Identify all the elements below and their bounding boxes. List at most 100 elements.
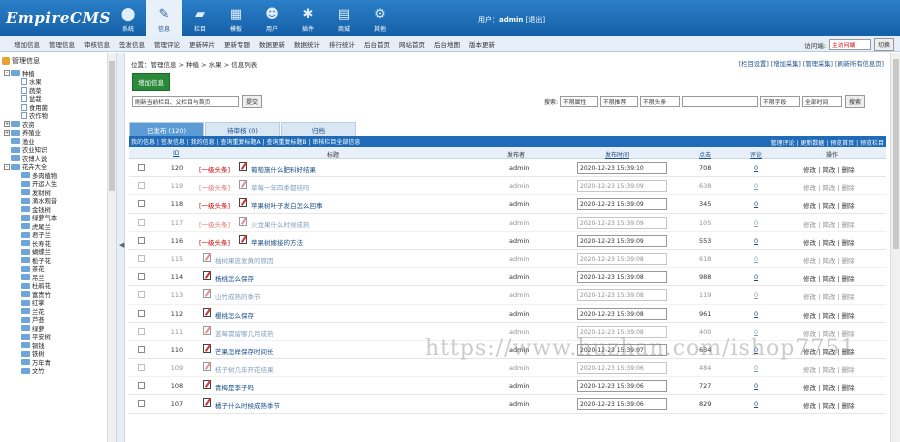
row-comments-link[interactable]: 0 [754,219,758,227]
col-time[interactable]: 发布时间 [605,150,629,159]
row-title-link[interactable]: 樱桃怎么保存 [215,310,254,320]
expand-icon[interactable]: + [4,129,10,136]
row-checkbox[interactable] [138,291,145,299]
row-ops[interactable]: 修改 | 简改 | 删除 [803,291,855,301]
row-time-field[interactable]: 2020-12-23 15:39:06 [577,398,667,411]
row-comments-link[interactable]: 0 [754,200,758,208]
row-comments-link[interactable]: 0 [754,237,758,245]
tree-node[interactable]: 文竹 [0,367,116,375]
row-title-link[interactable]: 火龙果什么时候成熟 [251,219,310,229]
row-ops[interactable]: 修改 | 简改 | 删除 [803,382,855,392]
tree-node[interactable]: 盆栽 [0,95,116,103]
time-select[interactable]: 全部时间 [802,96,843,107]
row-title-link[interactable]: 蓝莓需留哪几月成熟 [215,328,274,338]
row-time-field[interactable]: 2020-12-23 15:39:06 [577,380,667,393]
tree-node[interactable]: 蔬菜 [0,86,116,95]
edit-icon[interactable] [239,216,247,226]
row-title-link[interactable]: 葡萄施什么肥料好结果 [251,164,316,174]
row-time-field[interactable]: 2020-12-23 15:39:09 [577,234,667,247]
tree-node[interactable]: 富贵竹 [0,290,116,299]
tree-node[interactable]: 绿萝 [0,324,116,333]
tree-node[interactable]: 红掌 [0,299,116,307]
tree-node[interactable]: 君子兰 [0,231,116,239]
row-title-link[interactable]: 杨桃怎么保存 [215,273,254,283]
col-comments[interactable]: 评论 [750,150,762,159]
topnav-item[interactable]: ✱ 插件 [290,0,326,36]
menu-item[interactable]: 版本更新 [469,39,495,49]
row-comments-link[interactable]: 0 [754,291,758,299]
tree-node[interactable]: 铜钱 [0,341,116,350]
row-checkbox[interactable] [138,164,145,171]
tree-node[interactable]: 长寿花 [0,239,116,248]
submit-button[interactable]: 提交 [242,95,263,108]
row-checkbox[interactable] [138,327,145,335]
row-comments-link[interactable]: 0 [754,182,758,190]
tree-node[interactable]: + 养殖业 [0,129,116,137]
refresh-select[interactable]: 刷新当前栏目、父栏目与首页 [132,96,239,107]
switch-button[interactable]: 切换 [873,38,894,51]
row-ops[interactable]: 修改 | 简改 | 删除 [803,310,855,320]
row-time-field[interactable]: 2020-12-23 15:39:08 [577,252,667,265]
sidebar-scroll-thumb[interactable] [109,61,115,191]
menu-item[interactable]: 后台首页 [364,39,390,49]
tree-node[interactable]: 杜鹃花 [0,282,116,290]
tree-node[interactable]: 平安树 [0,333,116,341]
menu-item[interactable]: 后台地图 [434,39,460,49]
row-comments-link[interactable]: 0 [754,273,758,281]
edit-icon[interactable] [203,380,211,390]
row-checkbox[interactable] [138,182,145,190]
edit-icon[interactable] [203,289,211,299]
tree-node[interactable]: 芦荟 [0,316,116,324]
menu-item[interactable]: 管理信息 [49,39,75,49]
edit-icon[interactable] [239,198,247,208]
edit-icon[interactable] [203,252,211,262]
search-input[interactable] [682,96,759,107]
search-button[interactable]: 搜索 [845,95,866,108]
row-comments-link[interactable]: 0 [754,328,758,336]
field-select[interactable]: 不限字段 [760,96,801,107]
topnav-item[interactable]: ▤ 商城 [326,0,362,36]
topnav-item[interactable]: ☻ 用户 [254,0,290,36]
row-time-field[interactable]: 2020-12-23 15:39:09 [577,198,667,211]
headline-select[interactable]: 不限头条 [640,96,681,107]
row-time-field[interactable]: 2020-12-23 15:39:08 [577,307,667,320]
action-links-right[interactable]: 管理评论 | 更新数据 | 预览首页 | 预览栏目 [770,138,884,147]
tree-node[interactable]: 虎尾兰 [0,222,116,231]
status-tab[interactable]: 归档 [281,122,356,136]
row-comments-link[interactable]: 0 [754,310,758,318]
tree-node[interactable]: 水果 [0,78,116,86]
row-comments-link[interactable]: 0 [754,255,758,263]
row-time-field[interactable]: 2020-12-23 15:39:10 [577,162,667,174]
edit-icon[interactable] [239,162,247,171]
row-checkbox[interactable] [138,382,145,390]
menu-item[interactable]: 增加信息 [14,39,40,49]
topnav-item[interactable]: ⬤ 系统 [110,0,146,36]
tree-node[interactable]: 食用菌 [0,103,116,112]
row-comments-link[interactable]: 0 [754,400,758,408]
topnav-item[interactable]: ⚙ 其他 [362,0,398,36]
tree-node[interactable]: 农业知识 [0,146,116,154]
main-scroll-thumb[interactable] [893,59,899,249]
tree-node[interactable]: 铁树 [0,350,116,358]
menu-item[interactable]: 数据统计 [294,39,320,49]
tree-node[interactable]: 茶花 [0,265,116,273]
menu-item[interactable]: 审核信息 [84,39,110,49]
sidebar-splitter[interactable]: ◀ [116,53,125,442]
edit-icon[interactable] [203,343,211,353]
topnav-item[interactable]: ✎ 信息 [146,0,182,36]
menu-item[interactable]: 更新专题 [224,39,250,49]
row-title-link[interactable]: 芒果怎样保存时间长 [215,346,274,356]
row-checkbox[interactable] [138,254,145,262]
tree-node[interactable]: 农博人说 [0,154,116,163]
status-tab[interactable]: 已发布 (120) [129,122,204,136]
row-checkbox[interactable] [138,400,145,408]
row-checkbox[interactable] [138,236,145,244]
tree-node[interactable]: 吊兰 [0,273,116,282]
status-tab[interactable]: 待审核 (0) [205,122,280,136]
row-ops[interactable]: 修改 | 简改 | 删除 [803,200,855,210]
visit-select[interactable]: 主访问端 [828,39,871,50]
menu-item[interactable]: 管理评论 [154,39,180,49]
row-ops[interactable]: 修改 | 简改 | 删除 [803,182,855,192]
add-info-button[interactable]: 增加信息 [132,73,170,91]
collapse-arrow-icon[interactable]: ◀ [119,241,124,249]
